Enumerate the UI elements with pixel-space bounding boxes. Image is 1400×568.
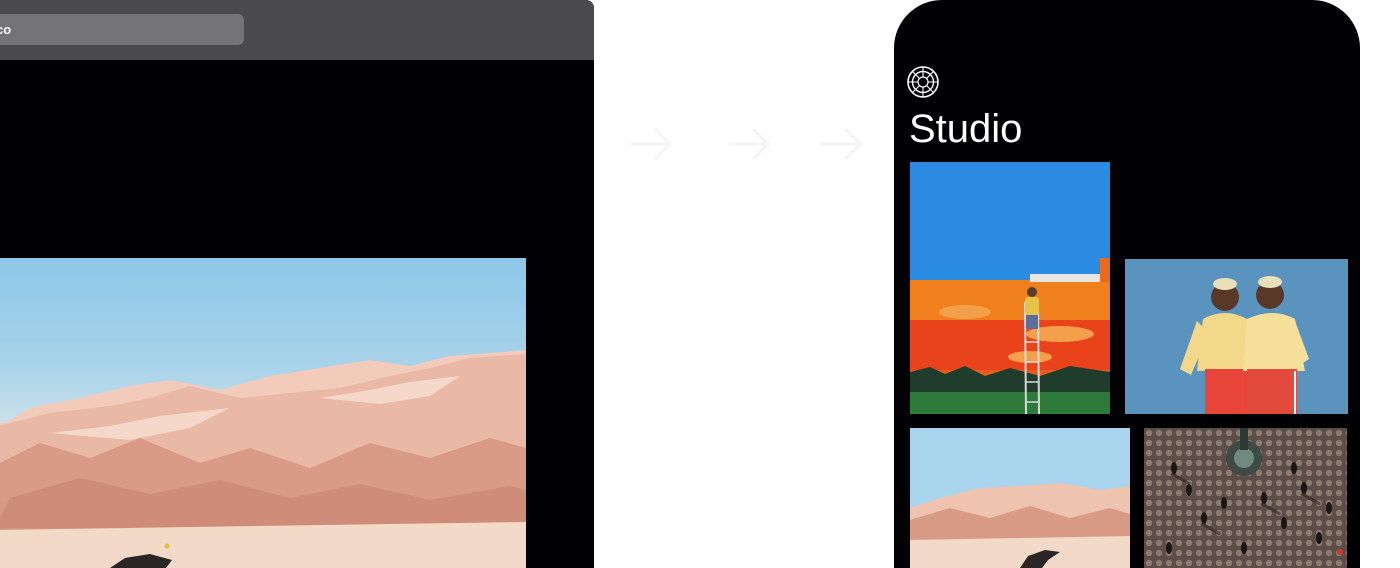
aperture-logo-icon[interactable] xyxy=(907,66,939,98)
gallery-tile-plaza-photo[interactable] xyxy=(1144,428,1347,568)
phone-frame: Studio xyxy=(894,0,1360,568)
desert-road-photo xyxy=(910,428,1130,568)
desert-landscape-illustration xyxy=(0,350,526,568)
page-title: Studio xyxy=(909,107,1023,151)
gallery-tile-twins-photo[interactable] xyxy=(1125,259,1348,414)
desktop-browser-window: co xyxy=(0,0,594,568)
address-bar-text: co xyxy=(0,22,12,37)
gallery-tile-desert-road-photo[interactable] xyxy=(910,428,1130,568)
mural-ladder-photo xyxy=(910,162,1110,414)
browser-toolbar: co xyxy=(0,0,594,60)
desert-road-hero-photo xyxy=(0,258,526,568)
arrow-right-icon xyxy=(630,128,672,160)
gallery-tile-mural-ladder-photo[interactable] xyxy=(910,162,1110,414)
plaza-crowd-aerial-photo xyxy=(1144,428,1347,568)
twins-yellow-sweaters-photo xyxy=(1125,259,1348,414)
arrow-right-icon xyxy=(820,128,862,160)
arrow-right-icon xyxy=(728,128,770,160)
address-bar[interactable]: co xyxy=(0,14,244,45)
